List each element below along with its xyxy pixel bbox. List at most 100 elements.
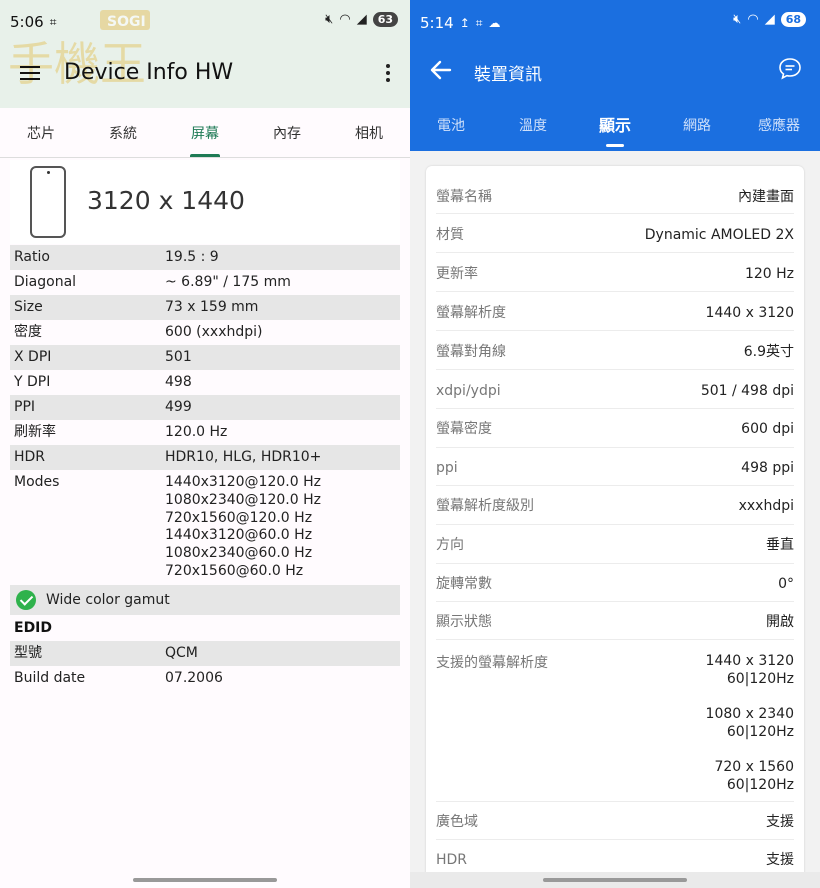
info-key: 廣色域 (436, 814, 478, 830)
list-item: ppi 498 ppi (436, 448, 794, 486)
spec-value: 73 x 159 mm (165, 299, 259, 315)
info-value: xxxhdpi (738, 498, 794, 514)
tab-system[interactable]: 系統 (82, 108, 164, 157)
battery-indicator: 63 (372, 12, 398, 27)
spec-value: QCM (165, 644, 198, 661)
info-key: 螢幕解析度級別 (436, 498, 534, 514)
tab-memory[interactable]: 內存 (246, 108, 328, 157)
table-row: PPI 499 (10, 395, 400, 420)
info-value: 支援 (766, 814, 794, 830)
list-item: xdpi/ydpi 501 / 498 dpi (436, 371, 794, 409)
gesture-nav-handle[interactable] (133, 878, 277, 882)
tab-sensors[interactable]: 感應器 (738, 106, 820, 151)
device-info-screen: 5:14 ↥ ⌗ ☁ 🔇︎ ◠ ◢ 68 裝置資訊 電池 溫度 顯示 網路 感應… (410, 0, 820, 888)
resolution-entry: 1440 x 3120 (705, 653, 794, 669)
spec-value: 600 (xxxhdpi) (165, 324, 263, 340)
list-item: 顯示狀態 開啟 (436, 602, 794, 640)
tab-camera[interactable]: 相机 (328, 108, 410, 157)
spec-key: HDR (14, 449, 46, 465)
spec-value: 19.5 : 9 (165, 249, 219, 265)
supported-resolutions-list: 1440 x 3120 60|120Hz 1080 x 2340 60|120H… (706, 652, 794, 801)
status-bar-left: 5:06 ⌗ (10, 13, 56, 31)
spec-value: 499 (165, 399, 192, 415)
tab-display[interactable]: 顯示 (574, 106, 656, 151)
info-value: 6.9英寸 (743, 344, 794, 360)
tab-screen[interactable]: 屏幕 (164, 108, 246, 157)
screenshot-icon: ⌗ (475, 15, 483, 30)
info-value: 內建畫面 (738, 189, 794, 205)
screenshot-icon: ⌗ (49, 14, 57, 29)
table-row: 型號 QCM (10, 640, 400, 666)
page-title: 裝置資訊 (474, 65, 542, 85)
wifi-icon: ◠ (747, 12, 759, 27)
spec-key: Ratio (14, 249, 50, 265)
mode-item: 1440x3120@60.0 Hz (165, 527, 313, 544)
back-arrow-icon[interactable] (430, 60, 452, 80)
screen-specs-table: Ratio 19.5 : 9 Diagonal ~ 6.89" / 175 mm S… (10, 245, 400, 691)
table-row: 密度 600 (xxxhdpi) (10, 320, 400, 345)
list-item: 螢幕解析度 1440 x 3120 (436, 293, 794, 331)
info-value: 0° (778, 576, 794, 592)
list-item: 廣色域 支援 (436, 802, 794, 840)
list-item: 旋轉常數 0° (436, 564, 794, 602)
resolution-header: 3120 x 1440 (10, 160, 400, 244)
info-key: xdpi/ydpi (436, 383, 501, 399)
spec-value: 120.0 Hz (165, 424, 228, 440)
spec-key: Modes (14, 474, 60, 490)
spec-value: HDR10, HLG, HDR10+ (165, 449, 322, 465)
list-item: 材質 Dynamic AMOLED 2X (436, 215, 794, 253)
spec-key: X DPI (14, 349, 52, 365)
menu-icon[interactable] (20, 66, 40, 80)
status-icons: 🔇︎ ◠ ◢ 68 (733, 12, 806, 27)
edid-header: EDID (14, 619, 53, 636)
info-value: 600 dpi (741, 421, 794, 437)
info-value: 垂直 (766, 537, 794, 553)
more-options-icon[interactable] (386, 64, 390, 85)
upload-icon: ↥ (459, 16, 470, 30)
mode-item: 720x1560@120.0 Hz (165, 509, 313, 526)
spec-key: Size (14, 299, 43, 315)
info-key: 螢幕對角線 (436, 344, 506, 360)
info-key: 更新率 (436, 266, 478, 282)
category-tabs: 電池 溫度 顯示 網路 感應器 (410, 106, 820, 151)
status-icons: 🔇︎ ◠ ◢ 63 (325, 12, 398, 27)
refresh-entry: 60|120Hz (726, 724, 794, 740)
table-row: HDR HDR10, HLG, HDR10+ (10, 445, 400, 470)
gesture-nav-handle[interactable] (543, 878, 687, 882)
status-time: 5:06 (10, 13, 44, 31)
info-key: 方向 (436, 537, 464, 553)
tab-chip[interactable]: 芯片 (0, 108, 82, 157)
info-key: 支援的螢幕解析度 (436, 655, 548, 671)
info-key: 顯示狀態 (436, 614, 492, 630)
app-title: Device Info HW (64, 60, 234, 85)
battery-indicator: 68 (780, 12, 806, 27)
display-info-card: 螢幕名稱 內建畫面 材質 Dynamic AMOLED 2X 更新率 120 Hz 螢… (426, 166, 804, 888)
tab-battery[interactable]: 電池 (410, 106, 492, 151)
spec-value: 07.2006 (165, 669, 223, 686)
info-value: 501 / 498 dpi (700, 383, 794, 399)
list-item: 螢幕名稱 內建畫面 (436, 176, 794, 214)
info-value: 120 Hz (744, 266, 794, 282)
tab-network[interactable]: 網路 (656, 106, 738, 151)
resolution-entry: 720 x 1560 (714, 759, 794, 775)
feedback-chat-icon[interactable] (778, 57, 802, 81)
supported-resolutions-item: 支援的螢幕解析度 1440 x 3120 60|120Hz 1080 x 234… (436, 640, 794, 802)
info-value: 1440 x 3120 (705, 305, 794, 321)
mute-icon: 🔇︎ (733, 12, 742, 27)
screen-resolution: 3120 x 1440 (87, 186, 245, 215)
spec-key: Build date (14, 669, 86, 686)
mode-item: 1440x3120@120.0 Hz (165, 474, 321, 490)
refresh-entry: 60|120Hz (726, 671, 794, 687)
mode-item: 720x1560@60.0 Hz (165, 562, 304, 579)
spec-key: 型號 (14, 644, 42, 661)
spec-value: 501 (165, 349, 192, 365)
spec-key: 刷新率 (14, 424, 56, 440)
svg-text:SOGI: SOGI (107, 14, 146, 30)
wide-color-gamut-label: Wide color gamut (46, 591, 170, 608)
info-value: Dynamic AMOLED 2X (644, 227, 794, 243)
table-row: 刷新率 120.0 Hz (10, 420, 400, 445)
spec-key: Diagonal (14, 274, 77, 290)
spec-value: ~ 6.89" / 175 mm (165, 274, 291, 290)
table-row: X DPI 501 (10, 345, 400, 370)
tab-temperature[interactable]: 溫度 (492, 106, 574, 151)
